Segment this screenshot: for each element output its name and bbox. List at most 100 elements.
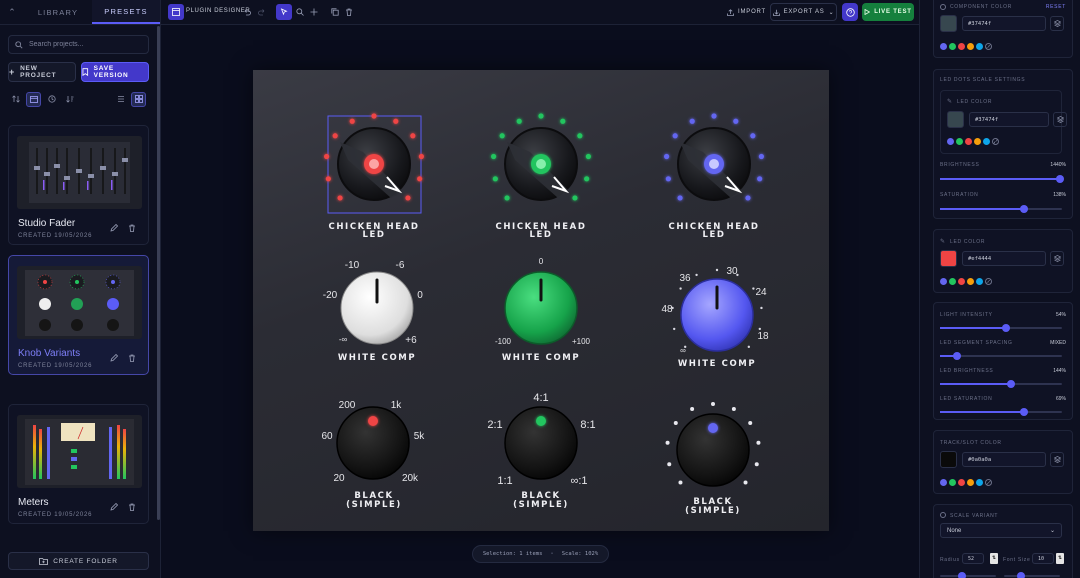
knob-black-simple-red[interactable] <box>336 406 410 480</box>
pencil-icon[interactable] <box>106 220 121 235</box>
no-color-icon[interactable] <box>992 138 999 145</box>
palette-swatch[interactable] <box>983 138 990 145</box>
scale-tick <box>711 402 715 406</box>
search-input[interactable] <box>29 41 139 48</box>
calendar-icon[interactable] <box>26 91 41 107</box>
undo-icon[interactable] <box>239 4 255 20</box>
palette-swatch[interactable] <box>965 138 972 145</box>
layers-icon[interactable] <box>1053 112 1067 127</box>
track-color-swatch[interactable] <box>940 451 957 468</box>
trash-icon[interactable] <box>124 220 139 235</box>
palette-swatch[interactable] <box>958 43 965 50</box>
palette-swatch[interactable] <box>947 138 954 145</box>
palette-swatch[interactable] <box>949 278 956 285</box>
collapse-icon[interactable]: ⌃ <box>0 0 24 24</box>
led-color-input[interactable]: #ef4444 <box>962 251 1046 266</box>
export-dropdown[interactable]: EXPORT AS ⌄ <box>770 3 837 21</box>
brightness-slider[interactable] <box>940 175 1064 183</box>
led-dot-color-swatch[interactable] <box>947 111 964 128</box>
palette-swatch[interactable] <box>976 479 983 486</box>
palette-swatch[interactable] <box>974 138 981 145</box>
led-color-swatch[interactable] <box>940 250 957 267</box>
sort-icon[interactable] <box>8 92 23 107</box>
palette-swatch[interactable] <box>956 138 963 145</box>
import-button[interactable]: IMPORT <box>727 4 766 20</box>
history-icon[interactable] <box>44 92 59 107</box>
redo-icon[interactable] <box>254 4 270 20</box>
palette-swatch[interactable] <box>940 43 947 50</box>
no-color-icon[interactable] <box>985 479 992 486</box>
new-project-button[interactable]: + NEW PROJECT <box>8 62 76 82</box>
palette-swatch[interactable] <box>967 278 974 285</box>
knob-chicken-head-green[interactable] <box>490 113 592 201</box>
grid-view-icon[interactable] <box>131 91 146 107</box>
component-color-input[interactable]: #37474f <box>962 16 1046 31</box>
palette-swatch[interactable] <box>940 278 947 285</box>
led-dot <box>750 133 756 139</box>
palette-swatch[interactable] <box>967 43 974 50</box>
led-segment-spacing-slider[interactable] <box>940 352 1062 360</box>
tab-library[interactable]: LIBRARY <box>24 0 92 24</box>
radius-input[interactable]: 52 <box>962 553 984 564</box>
scale-variant-select[interactable]: None ⌄ <box>940 523 1062 538</box>
saturation-slider[interactable] <box>940 205 1062 213</box>
design-canvas[interactable]: -10 -6 -20 0 -∞ +6 0 -100 +100 36 30 48 … <box>161 25 919 578</box>
move-tool-icon[interactable] <box>306 4 322 20</box>
knob-white-comp-green[interactable] <box>504 271 578 345</box>
live-test-label: LIVE TEST <box>874 9 912 15</box>
stepper-icon[interactable]: ⇅ <box>1056 553 1064 564</box>
sort-desc-icon[interactable] <box>62 92 77 107</box>
palette-swatch[interactable] <box>967 479 974 486</box>
palette-swatch[interactable] <box>949 479 956 486</box>
layers-icon[interactable] <box>1050 452 1064 467</box>
tab-presets[interactable]: PRESETS <box>92 0 160 24</box>
list-view-icon[interactable] <box>113 92 128 107</box>
sidebar-scrollbar[interactable] <box>157 26 160 520</box>
no-color-icon[interactable] <box>985 278 992 285</box>
layers-icon[interactable] <box>1050 251 1064 266</box>
preset-card-studio-fader[interactable]: Studio Fader CREATED 19/05/2026 <box>8 125 149 245</box>
led-saturation-slider[interactable] <box>940 408 1062 416</box>
track-color-label: TRACK/SLOT COLOR <box>940 440 1002 446</box>
palette-swatch[interactable] <box>940 479 947 486</box>
pointer-tool-icon[interactable] <box>276 4 292 20</box>
preset-card-meters[interactable]: Meters CREATED 19/05/2026 <box>8 404 149 524</box>
trash-icon[interactable] <box>124 350 139 365</box>
pencil-icon[interactable] <box>106 350 121 365</box>
knob-black-simple-green[interactable] <box>504 406 578 480</box>
palette-swatch[interactable] <box>958 278 965 285</box>
create-folder-button[interactable]: CREATE FOLDER <box>8 552 149 570</box>
component-color-label: COMPONENT COLOR <box>950 4 1013 10</box>
led-dot <box>560 118 566 124</box>
font-size-slider[interactable] <box>1004 572 1060 578</box>
delete-icon[interactable] <box>341 4 357 20</box>
component-color-swatch[interactable] <box>940 15 957 32</box>
knob-chicken-head-red[interactable] <box>323 113 425 201</box>
palette-swatch[interactable] <box>949 43 956 50</box>
palette-swatch[interactable] <box>958 479 965 486</box>
led-dot <box>405 195 411 201</box>
scale-label: 8:1 <box>580 419 595 431</box>
knob-chicken-head-blue[interactable] <box>663 113 765 201</box>
palette-swatch[interactable] <box>976 43 983 50</box>
plugin-stage[interactable]: -10 -6 -20 0 -∞ +6 0 -100 +100 36 30 48 … <box>253 70 829 531</box>
help-button[interactable] <box>842 3 858 21</box>
radius-slider[interactable] <box>940 572 996 578</box>
knob-white-comp-white[interactable] <box>340 271 414 345</box>
live-test-button[interactable]: LIVE TEST <box>862 3 914 21</box>
led-brightness-slider[interactable] <box>940 380 1062 388</box>
stepper-icon[interactable]: ⇅ <box>990 553 998 564</box>
preset-card-knob-variants[interactable]: Knob Variants CREATED 19/05/2026 <box>8 255 149 375</box>
save-version-button[interactable]: SAVE VERSION <box>81 62 149 82</box>
reset-button[interactable]: RESET <box>1046 4 1066 10</box>
led-dot-color-input[interactable]: #37474f <box>969 112 1049 127</box>
palette-swatch[interactable] <box>976 278 983 285</box>
knob-black-simple-blue[interactable] <box>665 402 761 487</box>
trash-icon[interactable] <box>124 499 139 514</box>
pencil-icon[interactable] <box>106 499 121 514</box>
light-intensity-slider[interactable] <box>940 324 1062 332</box>
track-color-input[interactable]: #0a0a0a <box>962 452 1046 467</box>
font-size-input[interactable]: 10 <box>1032 553 1054 564</box>
no-color-icon[interactable] <box>985 43 992 50</box>
layers-icon[interactable] <box>1050 16 1064 31</box>
